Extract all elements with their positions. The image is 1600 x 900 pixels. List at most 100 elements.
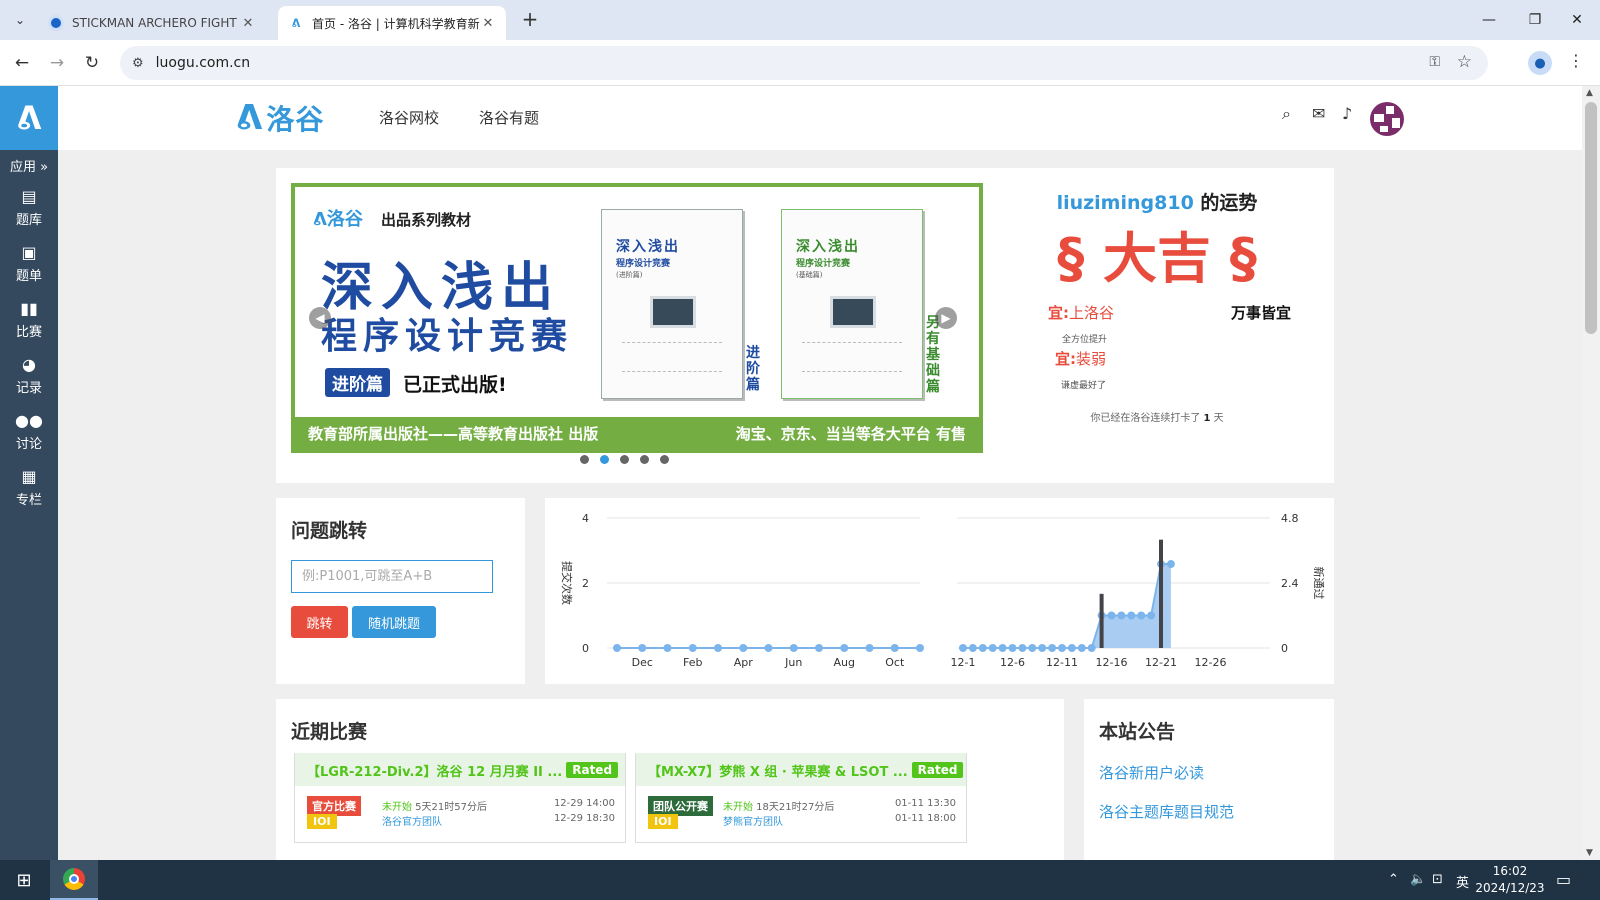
luogu-logo-icon[interactable]: ᕕ bbox=[0, 86, 58, 150]
omnibox[interactable]: ⚙ luogu.com.cn ⚿ ☆ bbox=[120, 46, 1488, 80]
carousel-dot[interactable] bbox=[620, 455, 629, 464]
sidebar-item-problems[interactable]: ▤ 题库 bbox=[0, 180, 58, 236]
data-point bbox=[1127, 611, 1136, 620]
fortune-good-1-note: 全方位提升 bbox=[1062, 335, 1108, 345]
tray-chevron-up-icon[interactable]: ⌃ bbox=[1388, 872, 1399, 887]
carousel-dot[interactable] bbox=[640, 455, 649, 464]
contest-card[interactable]: 【MX-X7】梦熊 X 组 · 苹果赛 & LSOT ... Rated 团队公… bbox=[635, 753, 967, 843]
fortune-username[interactable]: liuziming810 bbox=[1057, 192, 1194, 214]
data-point bbox=[1028, 644, 1037, 652]
clock-date: 2024/12/23 bbox=[1475, 881, 1545, 895]
contest-format-badge: IOI bbox=[307, 814, 337, 829]
clock-time: 16:02 bbox=[1492, 864, 1528, 878]
sidebar-item-contests[interactable]: ▮▮ 比赛 bbox=[0, 292, 58, 348]
data-point bbox=[916, 644, 924, 652]
announcement-link[interactable]: 洛谷主题库题目规范 bbox=[1099, 801, 1234, 822]
nav-link-school[interactable]: 洛谷网校 bbox=[379, 107, 439, 128]
random-problem-button[interactable]: 随机跳题 bbox=[352, 606, 436, 638]
minimize-button[interactable]: — bbox=[1466, 0, 1512, 40]
x-tick-label: 12-26 bbox=[1195, 656, 1227, 669]
windows-start-icon[interactable]: ⊞ bbox=[0, 860, 48, 900]
browser-tab-active[interactable]: ᕕ 首页 - 洛谷 | 计算机科学教育新 ✕ bbox=[278, 6, 506, 40]
x-tick-label: Apr bbox=[734, 656, 754, 669]
browser-menu-icon[interactable]: ⋮ bbox=[1568, 51, 1584, 70]
sidebar-apps-toggle[interactable]: 应用 » bbox=[0, 150, 58, 180]
sidebar-item-records[interactable]: ◕ 记录 bbox=[0, 348, 58, 404]
clipboard-icon: ▣ bbox=[21, 243, 37, 262]
forward-button[interactable]: → bbox=[43, 49, 71, 77]
site-info-icon[interactable]: ⚙ bbox=[132, 56, 144, 71]
password-key-icon[interactable]: ⚿ bbox=[1429, 54, 1440, 70]
browser-tab[interactable]: STICKMAN ARCHERO FIGHT ✕ bbox=[38, 6, 266, 40]
sidebar-item-label: 比赛 bbox=[15, 325, 42, 340]
network-icon[interactable]: ⊡ bbox=[1432, 872, 1443, 887]
y-axis-label: 新通过 bbox=[1312, 567, 1326, 600]
tab-close-icon[interactable]: ✕ bbox=[480, 16, 496, 31]
fortune-result: § 大吉 § bbox=[1057, 227, 1257, 290]
taskbar-chrome-button[interactable] bbox=[50, 860, 98, 900]
carousel-next-icon[interactable]: ▶ bbox=[935, 307, 957, 329]
contest-organizer[interactable]: 洛谷官方团队 bbox=[382, 813, 442, 828]
scroll-up-icon[interactable]: ▲ bbox=[1586, 88, 1593, 98]
page-scrollbar[interactable]: ▲ ▼ bbox=[1582, 86, 1600, 860]
contest-start-time: 12-29 14:00 bbox=[553, 798, 615, 809]
data-point bbox=[714, 644, 722, 652]
volume-icon[interactable]: 🔈 bbox=[1410, 872, 1426, 887]
bell-icon[interactable]: ♪ bbox=[1342, 104, 1352, 123]
carousel-prev-icon[interactable]: ◀ bbox=[309, 307, 331, 329]
carousel-dot[interactable] bbox=[660, 455, 669, 464]
sidebar-item-training[interactable]: ▣ 题单 bbox=[0, 236, 58, 292]
comments-icon: ●● bbox=[15, 411, 43, 430]
ime-indicator[interactable]: 英 bbox=[1456, 872, 1469, 891]
data-point bbox=[1147, 611, 1156, 620]
data-point bbox=[1107, 611, 1116, 620]
mail-icon[interactable]: ✉ bbox=[1312, 104, 1325, 123]
tab-title: STICKMAN ARCHERO FIGHT bbox=[72, 16, 237, 30]
problem-id-input[interactable] bbox=[291, 560, 493, 593]
scroll-down-icon[interactable]: ▼ bbox=[1586, 848, 1593, 858]
sidebar-item-discuss[interactable]: ●● 讨论 bbox=[0, 404, 58, 460]
profile-avatar-icon[interactable]: ● bbox=[1528, 51, 1552, 75]
new-tab-button[interactable]: + bbox=[518, 8, 542, 32]
tab-search-button[interactable]: ⌄ bbox=[8, 8, 32, 32]
site-brand[interactable]: ᕕ 洛谷 bbox=[236, 98, 324, 138]
data-point bbox=[968, 644, 977, 652]
data-point bbox=[688, 644, 697, 652]
banner-footer-publisher: 教育部所属出版社——高等教育出版社 出版 bbox=[308, 425, 599, 443]
sidebar-item-articles[interactable]: ▦ 专栏 bbox=[0, 460, 58, 516]
reload-icon: ↻ bbox=[84, 53, 100, 73]
search-icon[interactable]: ⌕ bbox=[1282, 104, 1291, 124]
contest-card[interactable]: 【LGR-212-Div.2】洛谷 12 月月赛 II ... Rated 官方… bbox=[294, 753, 626, 843]
x-tick-label: 12-21 bbox=[1145, 656, 1177, 669]
contest-title[interactable]: 【MX-X7】梦熊 X 组 · 苹果赛 & LSOT ... Rated bbox=[636, 754, 966, 786]
contest-organizer[interactable]: 梦熊官方团队 bbox=[723, 813, 783, 828]
announcement-link[interactable]: 洛谷新用户必读 bbox=[1099, 762, 1204, 783]
bookmark-star-icon[interactable]: ☆ bbox=[1457, 52, 1472, 72]
jump-button[interactable]: 跳转 bbox=[291, 606, 348, 638]
user-avatar[interactable] bbox=[1370, 102, 1404, 136]
book-icon: ▤ bbox=[21, 187, 37, 206]
close-window-button[interactable]: ✕ bbox=[1554, 0, 1600, 40]
notification-center-icon[interactable]: ▭ bbox=[1556, 870, 1571, 889]
contest-format-badge: IOI bbox=[648, 814, 678, 829]
reload-button[interactable]: ↻ bbox=[78, 49, 106, 77]
promo-carousel[interactable]: ᕕ洛谷 出品系列教材 深入浅出 程序设计竞赛 进阶篇 已正式出版! 深入浅出 程… bbox=[291, 183, 983, 453]
taskbar-clock[interactable]: 16:02 2024/12/23 bbox=[1472, 863, 1548, 897]
carousel-dot[interactable] bbox=[580, 455, 589, 464]
carousel-slide[interactable]: ᕕ洛谷 出品系列教材 深入浅出 程序设计竞赛 进阶篇 已正式出版! 深入浅出 程… bbox=[295, 187, 979, 417]
carousel-dot-active[interactable] bbox=[600, 455, 609, 464]
nav-link-youti[interactable]: 洛谷有题 bbox=[479, 107, 539, 128]
contest-title[interactable]: 【LGR-212-Div.2】洛谷 12 月月赛 II ... Rated bbox=[295, 754, 625, 786]
newspaper-icon: ▦ bbox=[21, 467, 37, 486]
book-side-label: 另有基础篇 bbox=[926, 315, 940, 395]
data-point bbox=[1008, 644, 1017, 652]
fortune-heading: liuziming810 的运势 bbox=[1056, 192, 1258, 214]
scrollbar-thumb[interactable] bbox=[1585, 102, 1597, 334]
site-header: ᕕ 洛谷 洛谷网校 洛谷有题 ⌕ ✉ ♪ bbox=[58, 86, 1582, 150]
pie-chart-icon: ◕ bbox=[22, 355, 36, 374]
x-tick-label: Aug bbox=[834, 656, 855, 669]
back-button[interactable]: ← bbox=[8, 49, 36, 77]
restore-button[interactable]: ❐ bbox=[1512, 0, 1558, 40]
contest-status: 未开始 18天21时27分后 bbox=[723, 802, 835, 813]
tab-close-icon[interactable]: ✕ bbox=[240, 16, 256, 31]
